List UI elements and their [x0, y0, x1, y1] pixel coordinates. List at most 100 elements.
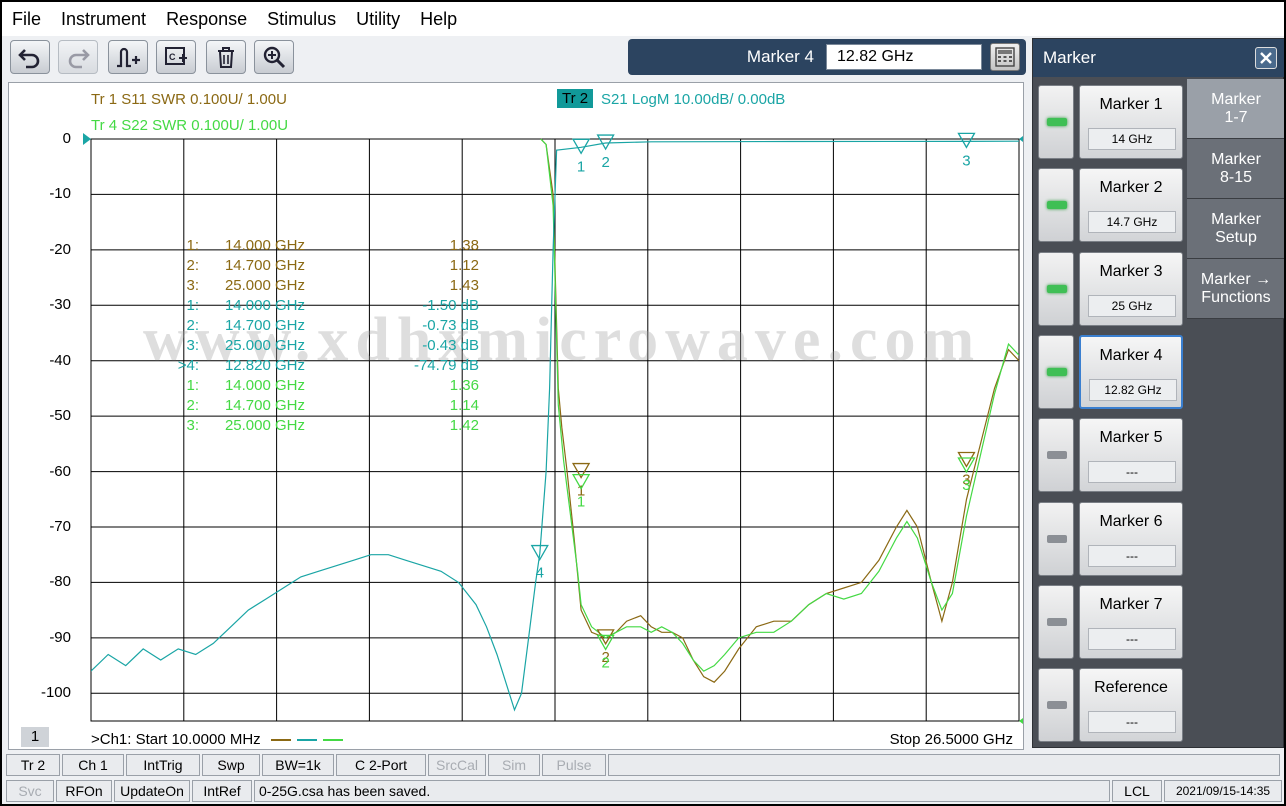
- add-channel-button[interactable]: C: [156, 40, 196, 74]
- marker-toggle-button[interactable]: [1038, 168, 1074, 243]
- measurement-plot[interactable]: 1234123123 www.xdhxmicrowave.com Tr 1 S1…: [8, 82, 1024, 750]
- marker-label: 2: [601, 154, 609, 171]
- marker-softkey-6[interactable]: Marker 6 ---: [1079, 501, 1183, 576]
- zoom-button[interactable]: [254, 40, 294, 74]
- marker-tab-1[interactable]: Marker 1-7: [1187, 79, 1284, 139]
- trace-1-title[interactable]: Tr 1 S11 SWR 0.100U/ 1.00U: [91, 91, 287, 108]
- status-cell-top[interactable]: C 2-Port: [336, 754, 426, 776]
- marker-status-led: [1047, 284, 1067, 293]
- marker-toggle-button[interactable]: [1038, 85, 1074, 159]
- status-cell-top[interactable]: BW=1k: [262, 754, 334, 776]
- ref-arrow-right: [1019, 136, 1023, 142]
- marker-toggle-button[interactable]: [1038, 501, 1074, 576]
- undo-button[interactable]: [10, 40, 50, 74]
- status-cell-bottom[interactable]: UpdateOn: [114, 780, 190, 802]
- marker-toggle-button[interactable]: [1038, 251, 1074, 326]
- plot-canvas[interactable]: 1 2 34123123: [9, 83, 1023, 749]
- marker-readout-idx: 3:: [186, 277, 199, 294]
- status-cell-bottom[interactable]: RFOn: [56, 780, 112, 802]
- status-cell-top[interactable]: Pulse: [542, 754, 606, 776]
- status-cell-top[interactable]: SrcCal: [428, 754, 486, 776]
- marker-frequency-input[interactable]: 12.82 GHz: [826, 44, 982, 70]
- marker-readout-val: 1.36: [449, 377, 479, 394]
- calculator-icon: [995, 47, 1015, 67]
- marker-softkey-4[interactable]: Marker 4 12.82 GHz: [1079, 334, 1183, 409]
- trace-2-active-badge[interactable]: Tr 2: [557, 89, 594, 108]
- marker-softkey-value: ---: [1088, 544, 1176, 567]
- redo-button[interactable]: [58, 40, 98, 74]
- trace-4-title[interactable]: Tr 4 S22 SWR 0.100U/ 1.00U: [91, 117, 288, 134]
- marker-status-led: [1047, 118, 1067, 126]
- trace-2-title[interactable]: S21 LogM 10.00dB/ 0.00dB: [601, 91, 785, 108]
- marker-readout-idx: >4:: [177, 357, 199, 374]
- marker-softkey-label: Marker 1: [1099, 96, 1163, 113]
- status-bar-bottom: Svc RFOn UpdateOn IntRef 0-25G.csa has been …: [2, 780, 1284, 804]
- marker-tab-2[interactable]: Marker 8-15: [1187, 139, 1284, 199]
- marker-status-led: [1047, 451, 1067, 460]
- y-tick-label: -100: [40, 684, 71, 702]
- status-cell-top[interactable]: Tr 2: [6, 754, 60, 776]
- sweep-stop-label: Stop 26.5000 GHz: [889, 731, 1013, 748]
- marker-softkey-8[interactable]: Reference ---: [1079, 668, 1183, 743]
- keypad-button[interactable]: [990, 43, 1020, 71]
- status-cell-top[interactable]: IntTrig: [126, 754, 200, 776]
- marker-readout-val: -0.73 dB: [422, 317, 479, 334]
- marker-softkey-3[interactable]: Marker 3 25 GHz: [1079, 251, 1183, 326]
- marker-readout-val: 1.38: [449, 237, 479, 254]
- add-marker-button[interactable]: [108, 40, 148, 74]
- marker-softkey-label: Marker 5: [1099, 429, 1163, 447]
- marker-toggle-button[interactable]: [1038, 668, 1074, 743]
- menu-stimulus[interactable]: Stimulus: [257, 2, 346, 36]
- marker-tab-3[interactable]: Marker Setup: [1187, 199, 1284, 259]
- marker-status-led: [1047, 617, 1067, 626]
- marker-triangle: [957, 132, 976, 149]
- menu-utility[interactable]: Utility: [346, 2, 410, 36]
- marker-readout-val: 1.12: [449, 257, 479, 274]
- marker-softkey-2[interactable]: Marker 2 14.7 GHz: [1079, 168, 1183, 243]
- marker-readout-freq: 25.000 GHz: [224, 337, 305, 354]
- y-tick-label: -50: [49, 407, 71, 425]
- marker-softkey-7[interactable]: Marker 7 ---: [1079, 584, 1183, 659]
- y-tick-label: -90: [49, 628, 71, 646]
- marker-toggle-button[interactable]: [1038, 418, 1074, 493]
- marker-softkey-1[interactable]: Marker 1 14 GHz: [1079, 85, 1183, 159]
- menu-instrument[interactable]: Instrument: [51, 2, 156, 36]
- menu-file[interactable]: File: [2, 2, 51, 36]
- marker-panel-title: Marker: [1043, 48, 1096, 67]
- status-cell-bottom[interactable]: LCL: [1112, 780, 1162, 802]
- marker-toggle-button[interactable]: [1038, 584, 1074, 659]
- marker-softkey-label: Marker 6: [1099, 512, 1163, 530]
- status-cell-top[interactable]: Swp: [202, 754, 260, 776]
- status-cell-bottom[interactable]: Svc: [6, 780, 54, 802]
- marker-triangle: [957, 451, 976, 468]
- marker-readout-idx: 2:: [186, 397, 199, 414]
- marker-softkey-value: ---: [1088, 627, 1176, 650]
- marker-softkey-5[interactable]: Marker 5 ---: [1079, 418, 1183, 493]
- marker-readout-freq: 14.000 GHz: [224, 237, 305, 254]
- menu-response[interactable]: Response: [156, 2, 257, 36]
- marker-readout-idx: 1:: [186, 237, 199, 254]
- delete-button[interactable]: [206, 40, 246, 74]
- status-cell-bottom[interactable]: IntRef: [192, 780, 252, 802]
- menu-help[interactable]: Help: [410, 2, 467, 36]
- marker-readout-idx: 3:: [186, 417, 199, 434]
- marker-readout-val: -74.79 dB: [413, 357, 479, 374]
- y-tick-label: -10: [49, 185, 71, 203]
- marker-toggle-button[interactable]: [1038, 334, 1074, 409]
- marker-softkey-label: Marker 2: [1099, 179, 1163, 197]
- marker-softkey-value: 14.7 GHz: [1088, 211, 1176, 234]
- marker-triangle: [957, 457, 976, 474]
- status-cell-empty: [608, 754, 1280, 776]
- marker-label: 3: [962, 152, 970, 169]
- channel-number-badge[interactable]: 1: [21, 727, 49, 747]
- redo-icon: [68, 49, 90, 69]
- ref-arrow-bottom: [1019, 718, 1023, 724]
- close-marker-panel-button[interactable]: [1255, 47, 1277, 69]
- status-cell-bottom: 0-25G.csa has been saved.: [254, 780, 1110, 802]
- marker-tab-4[interactable]: Marker → Functions: [1187, 259, 1284, 319]
- status-cell-top[interactable]: Sim: [488, 754, 540, 776]
- marker-status-led: [1047, 701, 1067, 710]
- marker-readout-val: -1.50 dB: [422, 297, 479, 314]
- status-cell-top[interactable]: Ch 1: [62, 754, 124, 776]
- sweep-start-text: >Ch1: Start 10.0000 MHz: [91, 731, 261, 748]
